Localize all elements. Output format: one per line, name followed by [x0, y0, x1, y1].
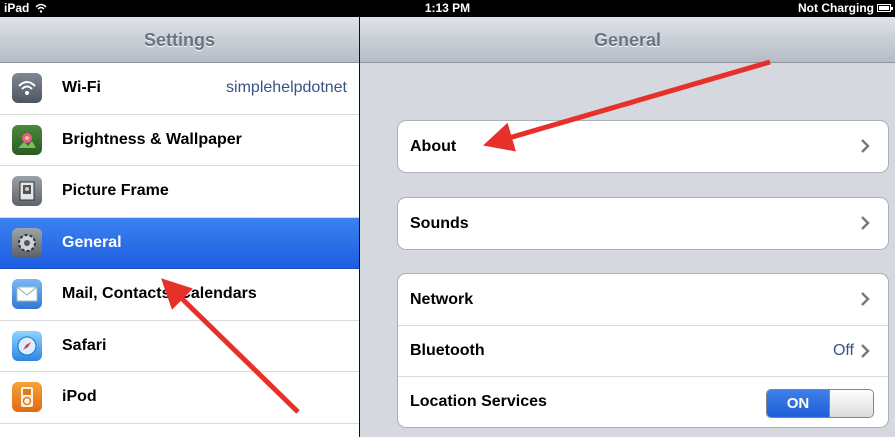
chevron-right-icon — [861, 344, 870, 358]
status-bar: iPad 1:13 PM Not Charging — [0, 0, 895, 17]
sidebar-item-label: Wi-Fi — [62, 79, 101, 97]
network-cell[interactable]: Network — [398, 274, 888, 325]
general-detail-pane: General About Sounds Network Bluetooth O… — [360, 17, 895, 437]
settings-navbar-title: Settings — [0, 17, 359, 63]
sidebar-item-ipod[interactable]: iPod — [0, 372, 359, 424]
settings-group-network: Network Bluetooth Off Location Services … — [397, 273, 889, 428]
wifi-icon — [12, 73, 42, 104]
cell-label: Network — [410, 290, 474, 308]
sidebar-item-safari[interactable]: Safari — [0, 320, 359, 372]
cell-label: Location Services — [410, 393, 547, 410]
wifi-network-name: simplehelpdotnet — [226, 79, 347, 97]
toggle-knob — [829, 390, 873, 417]
sidebar-item-general[interactable]: General — [0, 217, 359, 269]
sidebar-item-brightness-wallpaper[interactable]: Brightness & Wallpaper — [0, 114, 359, 166]
about-cell[interactable]: About — [398, 121, 888, 172]
sidebar-item-wifi[interactable]: Wi-Fi simplehelpdotnet — [0, 63, 359, 115]
cell-label: Sounds — [410, 214, 469, 232]
location-services-toggle[interactable]: ON — [766, 389, 874, 418]
sidebar-item-label: General — [62, 233, 122, 251]
picture-frame-icon — [12, 176, 42, 207]
location-services-cell: Location Services ON — [398, 376, 888, 427]
sidebar-item-picture-frame[interactable]: Picture Frame — [0, 166, 359, 218]
safari-compass-icon — [12, 330, 42, 361]
mail-icon — [12, 279, 42, 310]
battery-icon — [877, 4, 893, 12]
settings-group-about: About — [397, 120, 889, 173]
general-navbar-title: General — [360, 17, 895, 63]
cell-label: About — [410, 137, 457, 155]
gear-icon — [12, 227, 42, 258]
sidebar-item-label: Picture Frame — [62, 182, 169, 200]
ipod-icon — [12, 382, 42, 413]
sidebar-item-label: Brightness & Wallpaper — [62, 130, 242, 148]
settings-master-pane: Settings Wi-Fi simplehelpdotnet Brightne… — [0, 17, 359, 437]
sidebar-item-label: Safari — [62, 336, 107, 354]
cell-label: Bluetooth — [410, 342, 485, 359]
chevron-right-icon — [861, 139, 870, 153]
sounds-cell[interactable]: Sounds — [398, 198, 888, 249]
brightness-wallpaper-icon — [12, 124, 42, 155]
chevron-right-icon — [861, 292, 870, 306]
bluetooth-value: Off — [832, 342, 854, 359]
sidebar-item-label: Mail, Contacts, Calendars — [62, 285, 257, 303]
chevron-right-icon — [861, 216, 870, 230]
bluetooth-cell[interactable]: Bluetooth Off — [398, 325, 888, 376]
settings-group-sounds: Sounds — [397, 197, 889, 250]
battery-status: Not Charging — [798, 1, 874, 15]
sidebar-item-label: iPod — [62, 388, 97, 406]
sidebar-item-mail-contacts-calendars[interactable]: Mail, Contacts, Calendars — [0, 269, 359, 321]
status-time: 1:13 PM — [424, 1, 471, 15]
toggle-on-label: ON — [767, 390, 829, 417]
